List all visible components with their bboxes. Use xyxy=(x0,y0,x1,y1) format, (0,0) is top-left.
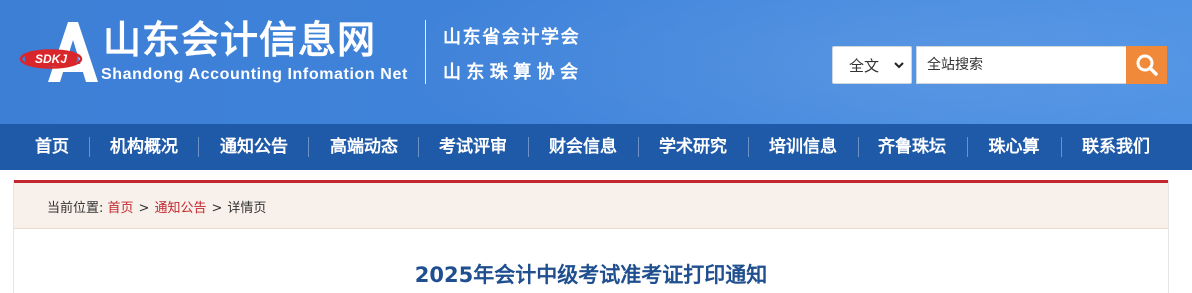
nav-item-training[interactable]: 培训信息 xyxy=(753,124,853,170)
nav-separator xyxy=(89,137,90,157)
search-icon xyxy=(1136,54,1158,76)
nav-item-about[interactable]: 机构概况 xyxy=(94,124,194,170)
breadcrumb: 当前位置: 首页 > 通知公告 > 详情页 xyxy=(47,197,266,216)
logo-text: SDKJ xyxy=(35,52,67,66)
nav-separator xyxy=(198,137,199,157)
site-subtitle: Shandong Accounting Infomation Net xyxy=(101,66,408,83)
search-scope-select[interactable]: 全文 xyxy=(832,46,912,84)
nav-separator xyxy=(858,137,859,157)
breadcrumb-home-link[interactable]: 首页 xyxy=(108,201,134,216)
nav-separator xyxy=(418,137,419,157)
main-nav: 首页 机构概况 通知公告 高端动态 考试评审 财会信息 学术研究 培训信息 齐鲁… xyxy=(0,124,1192,170)
nav-separator xyxy=(967,137,968,157)
nav-item-mental-abacus[interactable]: 珠心算 xyxy=(972,124,1056,170)
org-name-abacus-association: 山东珠算协会 xyxy=(443,62,584,83)
breadcrumb-prefix: 当前位置: xyxy=(47,201,104,216)
nav-separator xyxy=(638,137,639,157)
nav-separator xyxy=(1061,137,1062,157)
search-input[interactable] xyxy=(916,46,1126,84)
search-button[interactable] xyxy=(1126,46,1167,84)
nav-separator xyxy=(528,137,529,157)
nav-separator xyxy=(308,137,309,157)
breadcrumb-notices-link[interactable]: 通知公告 xyxy=(154,201,206,216)
breadcrumb-separator: > xyxy=(138,201,150,216)
nav-item-research[interactable]: 学术研究 xyxy=(643,124,743,170)
search-scope-value: 全文 xyxy=(849,56,880,75)
article-container: 当前位置: 首页 > 通知公告 > 详情页 2025年会计中级考试准考证打印通知 xyxy=(13,180,1169,293)
nav-item-news[interactable]: 高端动态 xyxy=(314,124,414,170)
nav-item-contact[interactable]: 联系我们 xyxy=(1066,124,1166,170)
site-title: 山东会计信息网 xyxy=(103,18,377,62)
nav-item-finance-info[interactable]: 财会信息 xyxy=(533,124,633,170)
nav-item-home[interactable]: 首页 xyxy=(16,124,88,170)
breadcrumb-bar: 当前位置: 首页 > 通知公告 > 详情页 xyxy=(14,183,1168,229)
nav-separator xyxy=(748,137,749,157)
site-header: SDKJ 山东会计信息网 Shandong Accounting Infomat… xyxy=(0,0,1192,124)
breadcrumb-current: 详情页 xyxy=(227,201,267,216)
chevron-down-icon xyxy=(894,62,904,69)
header-divider xyxy=(425,20,426,84)
nav-item-abacus-forum[interactable]: 齐鲁珠坛 xyxy=(862,124,962,170)
org-name-accounting-society: 山东省会计学会 xyxy=(443,27,581,48)
nav-item-notices[interactable]: 通知公告 xyxy=(204,124,304,170)
article-title: 2025年会计中级考试准考证打印通知 xyxy=(414,263,768,287)
breadcrumb-separator: > xyxy=(211,201,223,216)
nav-item-exams[interactable]: 考试评审 xyxy=(423,124,523,170)
sdkj-logo-icon: SDKJ xyxy=(19,22,98,82)
